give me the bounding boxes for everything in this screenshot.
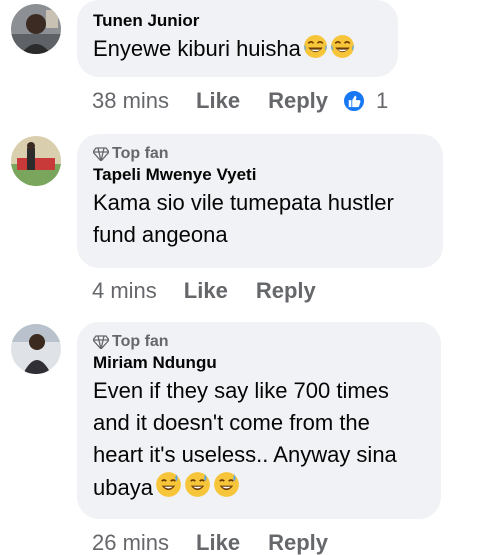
avatar[interactable] xyxy=(11,324,61,374)
comment-text-line: heart it's useless.. Anyway sina xyxy=(93,442,397,467)
author-name[interactable]: Tunen Junior xyxy=(93,10,382,32)
comment-text-last-line: ubaya xyxy=(93,471,425,507)
comment-text-line: Even if they say like 700 times xyxy=(93,378,389,403)
comment-text-line: Kama sio vile tumepata hustler xyxy=(93,190,394,215)
top-fan-badge: Top fan xyxy=(93,332,425,352)
comment-text-content: Enyewe kiburi huisha xyxy=(93,36,301,61)
comment-text: Even if they say like 700 times and it d… xyxy=(93,375,425,507)
comment-bubble: Top fan Miriam Ndungu Even if they say l… xyxy=(77,322,441,519)
diamond-icon xyxy=(93,147,109,161)
diamond-icon xyxy=(93,335,109,349)
reply-button[interactable]: Reply xyxy=(268,88,328,114)
like-button[interactable]: Like xyxy=(184,278,228,304)
comment-bubble: Tunen Junior Enyewe kiburi huisha xyxy=(77,0,398,77)
comment-text: Kama sio vile tumepata hustler fund ange… xyxy=(93,187,427,251)
sweat-smile-emoji-icon xyxy=(213,471,240,507)
top-fan-label: Top fan xyxy=(112,333,169,350)
reply-button[interactable]: Reply xyxy=(268,530,328,555)
comment-text: Enyewe kiburi huisha xyxy=(93,33,382,68)
reaction-count: 1 xyxy=(376,88,389,113)
tears-of-joy-emoji-icon xyxy=(303,34,328,68)
avatar[interactable] xyxy=(11,4,61,54)
comment-text-line: and it doesn't come from the xyxy=(93,410,370,435)
comment-actions: 4 mins Like Reply xyxy=(92,278,316,304)
top-fan-badge: Top fan xyxy=(93,144,427,164)
author-name[interactable]: Miriam Ndungu xyxy=(93,352,425,374)
comment-bubble: Top fan Tapeli Mwenye Vyeti Kama sio vil… xyxy=(77,134,443,268)
sweat-smile-emoji-icon xyxy=(184,471,211,507)
comment-text-line: fund angeona xyxy=(93,222,228,247)
like-button[interactable]: Like xyxy=(196,530,240,555)
author-name[interactable]: Tapeli Mwenye Vyeti xyxy=(93,164,427,186)
like-icon xyxy=(342,89,366,113)
tears-of-joy-emoji-icon xyxy=(330,34,355,68)
like-button[interactable]: Like xyxy=(196,88,240,114)
comment-text-line: ubaya xyxy=(93,475,153,500)
comment-actions: 38 mins Like Reply 1 xyxy=(92,88,388,114)
comment-time[interactable]: 38 mins xyxy=(92,88,169,114)
sweat-smile-emoji-icon xyxy=(155,471,182,507)
avatar[interactable] xyxy=(11,136,61,186)
comment-actions: 26 mins Like Reply xyxy=(92,530,328,555)
comment-time[interactable]: 26 mins xyxy=(92,530,169,555)
reaction-summary[interactable]: 1 xyxy=(342,88,388,114)
comment-time[interactable]: 4 mins xyxy=(92,278,157,304)
top-fan-label: Top fan xyxy=(112,145,169,162)
reply-button[interactable]: Reply xyxy=(256,278,316,304)
